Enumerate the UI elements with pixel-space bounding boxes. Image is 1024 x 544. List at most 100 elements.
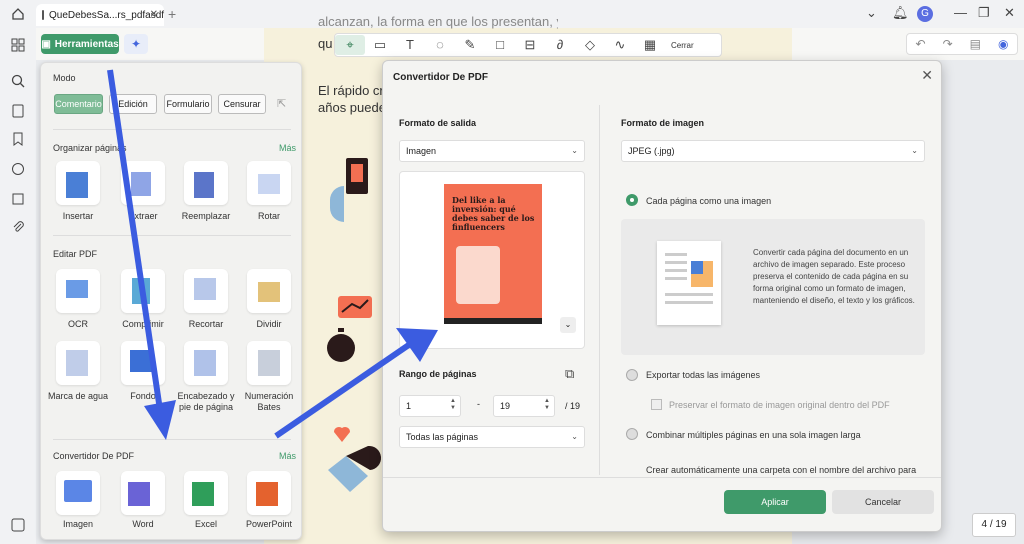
watermark-tool-label[interactable]: Marca de agua	[46, 391, 110, 402]
stamp-icon[interactable]: ⊟	[515, 35, 545, 55]
comment-icon[interactable]	[11, 162, 25, 176]
dialog-title: Convertidor De PDF	[393, 72, 489, 83]
compress-tool-label[interactable]: Comprimir	[111, 319, 175, 330]
select-cursor-icon[interactable]: ⌖	[335, 35, 365, 55]
replace-tool-icon[interactable]	[184, 161, 228, 205]
paperclip-icon[interactable]	[11, 220, 25, 234]
converter-more-link[interactable]: Más	[279, 451, 296, 461]
rotate-tool-label[interactable]: Rotar	[237, 211, 301, 222]
shape-icon[interactable]: □	[485, 35, 515, 55]
split-tool-icon[interactable]	[247, 269, 291, 313]
document-tab[interactable]: QueDebesSa...rs_pdfasdf ✕	[36, 4, 164, 26]
attach-icon[interactable]: ∂	[545, 35, 575, 55]
range-to-input[interactable]: 19 ▲ ▼	[493, 395, 555, 417]
mode-edit-button[interactable]: Edición	[109, 94, 157, 114]
settings-icon[interactable]	[11, 518, 25, 532]
restore-icon[interactable]: ❐	[978, 5, 990, 21]
close-icon[interactable]: ✕	[921, 67, 933, 84]
tools-button[interactable]: ▣ Herramientas	[41, 34, 119, 54]
excel-convert-icon[interactable]	[184, 471, 228, 515]
organize-more-link[interactable]: Más	[279, 143, 296, 153]
home-icon[interactable]	[11, 7, 25, 21]
range-separator: -	[477, 399, 480, 409]
external-icon[interactable]: ⇱	[277, 97, 286, 110]
preserve-format-checkbox[interactable]	[651, 399, 662, 410]
pen-icon[interactable]: ✎	[455, 35, 485, 55]
ai-sparkle-icon[interactable]: ✦	[124, 34, 148, 54]
word-convert-icon[interactable]	[121, 471, 165, 515]
extract-tool-label[interactable]: Extraer	[111, 211, 175, 222]
crop-tool-icon[interactable]	[184, 269, 228, 313]
range-from-input[interactable]: 1 ▲ ▼	[399, 395, 461, 417]
minimize-icon[interactable]: —	[954, 5, 967, 20]
undo-icon[interactable]: ↶	[916, 37, 926, 51]
header-footer-tool-icon[interactable]	[184, 341, 228, 385]
header-footer-tool-label[interactable]: Encabezado y pie de página	[174, 391, 238, 413]
export-all-radio[interactable]	[626, 369, 638, 381]
rotate-tool-icon[interactable]	[247, 161, 291, 205]
output-format-select[interactable]: Imagen ⌄	[399, 140, 585, 162]
chevron-down-icon[interactable]: ⌄	[866, 5, 877, 21]
new-tab-icon[interactable]: +	[168, 6, 176, 22]
excel-convert-label[interactable]: Excel	[174, 519, 238, 530]
powerpoint-convert-label[interactable]: PowerPoint	[237, 519, 301, 530]
each-page-option-label[interactable]: Cada página como una imagen	[646, 196, 771, 206]
insert-tool-label[interactable]: Insertar	[46, 211, 110, 222]
stepper-icon[interactable]: ▲ ▼	[544, 398, 550, 412]
save-icon[interactable]: ▤	[970, 37, 981, 51]
toolbox-icon: ▣	[41, 38, 51, 50]
text-box-icon[interactable]: ▭	[365, 35, 395, 55]
preserve-format-label[interactable]: Preservar el formato de imagen original …	[669, 400, 890, 410]
close-toolbar-button[interactable]: Cerrar	[671, 41, 694, 50]
crop-tool-label[interactable]: Recortar	[174, 319, 238, 330]
signature-icon[interactable]: ∿	[605, 35, 635, 55]
measure-icon[interactable]: ▦	[635, 35, 665, 55]
preview-chevron-down-icon[interactable]: ⌄	[560, 317, 576, 333]
background-tool-label[interactable]: Fondo	[111, 391, 175, 402]
replace-tool-label[interactable]: Reemplazar	[174, 211, 238, 222]
background-tool-icon[interactable]	[121, 341, 165, 385]
export-all-option-label[interactable]: Exportar todas las imágenes	[646, 370, 760, 380]
mode-redact-button[interactable]: Censurar	[218, 94, 266, 114]
close-window-icon[interactable]: ✕	[1004, 5, 1015, 21]
pages-select[interactable]: Todas las páginas ⌄	[399, 426, 585, 448]
cancel-button[interactable]: Cancelar	[832, 490, 934, 514]
page-counter[interactable]: 4 / 19	[972, 513, 1016, 537]
compress-tool-icon[interactable]	[121, 269, 165, 313]
page-range-icon[interactable]: ⧉	[565, 366, 574, 382]
grid-icon[interactable]	[11, 38, 25, 52]
image-convert-icon[interactable]	[56, 471, 100, 515]
bates-tool-label[interactable]: Numeración Bates	[237, 391, 301, 413]
note-icon[interactable]: ◌	[425, 35, 455, 55]
ocr-tool-icon[interactable]	[56, 269, 100, 313]
apply-button[interactable]: Aplicar	[724, 490, 826, 514]
extract-tool-icon[interactable]	[121, 161, 165, 205]
word-convert-label[interactable]: Word	[111, 519, 175, 530]
bates-tool-icon[interactable]	[247, 341, 291, 385]
each-page-radio[interactable]	[626, 194, 638, 206]
auto-folder-option-label[interactable]: Crear automáticamente una carpeta con el…	[646, 465, 926, 476]
image-convert-label[interactable]: Imagen	[46, 519, 110, 530]
image-format-select[interactable]: JPEG (.jpg) ⌄	[621, 140, 925, 162]
search-icon[interactable]	[11, 74, 25, 88]
text-icon[interactable]: T	[395, 35, 425, 55]
powerpoint-convert-icon[interactable]	[247, 471, 291, 515]
ocr-tool-label[interactable]: OCR	[46, 319, 110, 330]
watermark-tool-icon[interactable]	[56, 341, 100, 385]
mode-comment-button[interactable]: Comentario	[54, 94, 103, 114]
mode-form-button[interactable]: Formulario	[164, 94, 212, 114]
combine-pages-radio[interactable]	[626, 428, 638, 440]
combine-pages-option-label[interactable]: Combinar múltiples páginas en una sola i…	[646, 430, 861, 440]
stepper-icon[interactable]: ▲ ▼	[450, 398, 456, 412]
ai-assistant-icon[interactable]: ◉	[998, 37, 1008, 51]
eraser-icon[interactable]: ◇	[575, 35, 605, 55]
split-tool-label[interactable]: Dividir	[237, 319, 301, 330]
close-tab-icon[interactable]: ✕	[150, 9, 158, 20]
attachment-list-icon[interactable]	[11, 192, 25, 206]
redo-icon[interactable]: ↷	[943, 37, 953, 51]
pages-icon[interactable]	[11, 104, 25, 118]
bell-icon[interactable]: 🔔︎	[892, 5, 909, 21]
avatar[interactable]: G	[917, 6, 933, 22]
bookmark-icon[interactable]	[11, 132, 25, 146]
insert-tool-icon[interactable]	[56, 161, 100, 205]
